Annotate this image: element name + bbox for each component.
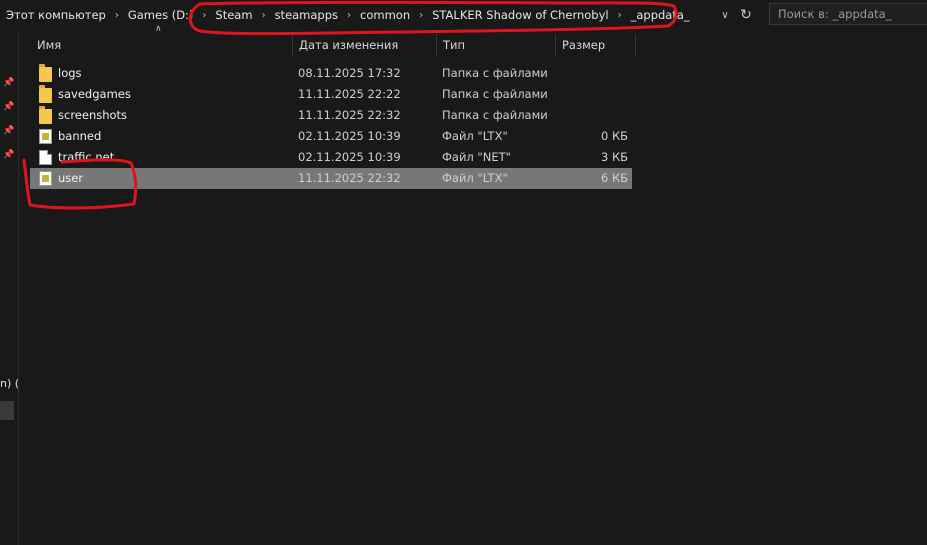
- pin-icon: 📌: [3, 102, 15, 112]
- file-row-screenshots[interactable]: screenshots 11.11.2025 22:32 Папка с фай…: [30, 105, 632, 126]
- breadcrumb-appdata[interactable]: _appdata_: [626, 8, 695, 22]
- file-row-traffic-net[interactable]: traffic.net 02.11.2025 10:39 Файл "NET" …: [30, 147, 632, 168]
- file-date: 02.11.2025 10:39: [298, 129, 401, 143]
- address-controls: ∨ ↻: [715, 4, 763, 26]
- file-name: traffic.net: [58, 150, 115, 164]
- chevron-right-icon[interactable]: ›: [258, 10, 270, 21]
- refresh-icon[interactable]: ↻: [735, 7, 757, 23]
- file-row-user[interactable]: user 11.11.2025 22:32 Файл "LTX" 6 КБ: [30, 168, 632, 189]
- file-date: 11.11.2025 22:32: [298, 108, 401, 122]
- chevron-right-icon[interactable]: ›: [343, 10, 355, 21]
- column-divider[interactable]: [635, 34, 636, 56]
- chevron-right-icon[interactable]: ›: [198, 10, 210, 21]
- file-row-savedgames[interactable]: savedgames 11.11.2025 22:22 Папка с файл…: [30, 84, 632, 105]
- pin-icon: 📌: [3, 150, 15, 160]
- file-date: 08.11.2025 17:32: [298, 66, 401, 80]
- chevron-right-icon[interactable]: ›: [415, 10, 427, 21]
- file-date: 11.11.2025 22:32: [298, 171, 401, 185]
- column-type[interactable]: Тип: [436, 34, 555, 56]
- file-name: banned: [58, 129, 102, 143]
- file-row-banned[interactable]: banned 02.11.2025 10:39 Файл "LTX" 0 КБ: [30, 126, 632, 147]
- pin-icon: 📌: [3, 126, 15, 136]
- nav-item-label[interactable]: n) (: [0, 377, 19, 390]
- breadcrumb-steamapps[interactable]: steamapps: [270, 8, 343, 22]
- column-name[interactable]: Имя: [30, 34, 292, 56]
- chevron-right-icon[interactable]: ›: [111, 10, 123, 21]
- file-date: 02.11.2025 10:39: [298, 150, 401, 164]
- file-name: logs: [58, 66, 82, 80]
- column-size[interactable]: Размер: [555, 34, 635, 56]
- chevron-down-icon[interactable]: ∨: [715, 10, 735, 21]
- search-input[interactable]: [770, 6, 927, 22]
- file-size: 3 КБ: [600, 150, 628, 164]
- ltx-file-icon: [39, 129, 52, 144]
- file-name: user: [58, 171, 84, 185]
- file-size: 0 КБ: [600, 129, 628, 143]
- folder-icon: [39, 106, 52, 124]
- file-type: Файл "LTX": [442, 171, 508, 185]
- column-date[interactable]: Дата изменения: [292, 34, 436, 56]
- navigation-pane[interactable]: 📌 📌 📌 📌 n) (: [0, 30, 19, 545]
- file-size: 6 КБ: [600, 171, 628, 185]
- column-header: Имя Дата изменения Тип Размер: [30, 34, 640, 56]
- pin-icon: 📌: [3, 78, 15, 88]
- file-icon: [39, 150, 52, 165]
- search-box[interactable]: [769, 3, 927, 25]
- breadcrumb: Этот компьютер › Games (D:) › Steam › st…: [0, 0, 695, 30]
- breadcrumb-games-drive[interactable]: Games (D:): [123, 8, 199, 22]
- file-type: Файл "NET": [442, 150, 511, 164]
- breadcrumb-steam[interactable]: Steam: [210, 8, 257, 22]
- file-name: screenshots: [58, 108, 128, 122]
- nav-item-selected[interactable]: [0, 401, 14, 420]
- folder-icon: [39, 64, 52, 82]
- file-date: 11.11.2025 22:22: [298, 87, 401, 101]
- sort-up-icon: ∧: [155, 24, 162, 34]
- breadcrumb-common[interactable]: common: [355, 8, 415, 22]
- breadcrumb-this-pc[interactable]: Этот компьютер: [0, 8, 111, 22]
- ltx-file-icon: [39, 171, 52, 186]
- folder-icon: [39, 85, 52, 103]
- file-row-logs[interactable]: logs 08.11.2025 17:32 Папка с файлами: [30, 63, 632, 84]
- address-bar[interactable]: Этот компьютер › Games (D:) › Steam › st…: [0, 0, 927, 30]
- file-type: Файл "LTX": [442, 129, 508, 143]
- file-list: logs 08.11.2025 17:32 Папка с файлами sa…: [30, 63, 632, 189]
- file-type: Папка с файлами: [442, 108, 548, 122]
- file-type: Папка с файлами: [442, 87, 548, 101]
- file-name: savedgames: [58, 87, 131, 101]
- breadcrumb-stalker[interactable]: STALKER Shadow of Chernobyl: [427, 8, 613, 22]
- file-type: Папка с файлами: [442, 66, 548, 80]
- chevron-right-icon[interactable]: ›: [614, 10, 626, 21]
